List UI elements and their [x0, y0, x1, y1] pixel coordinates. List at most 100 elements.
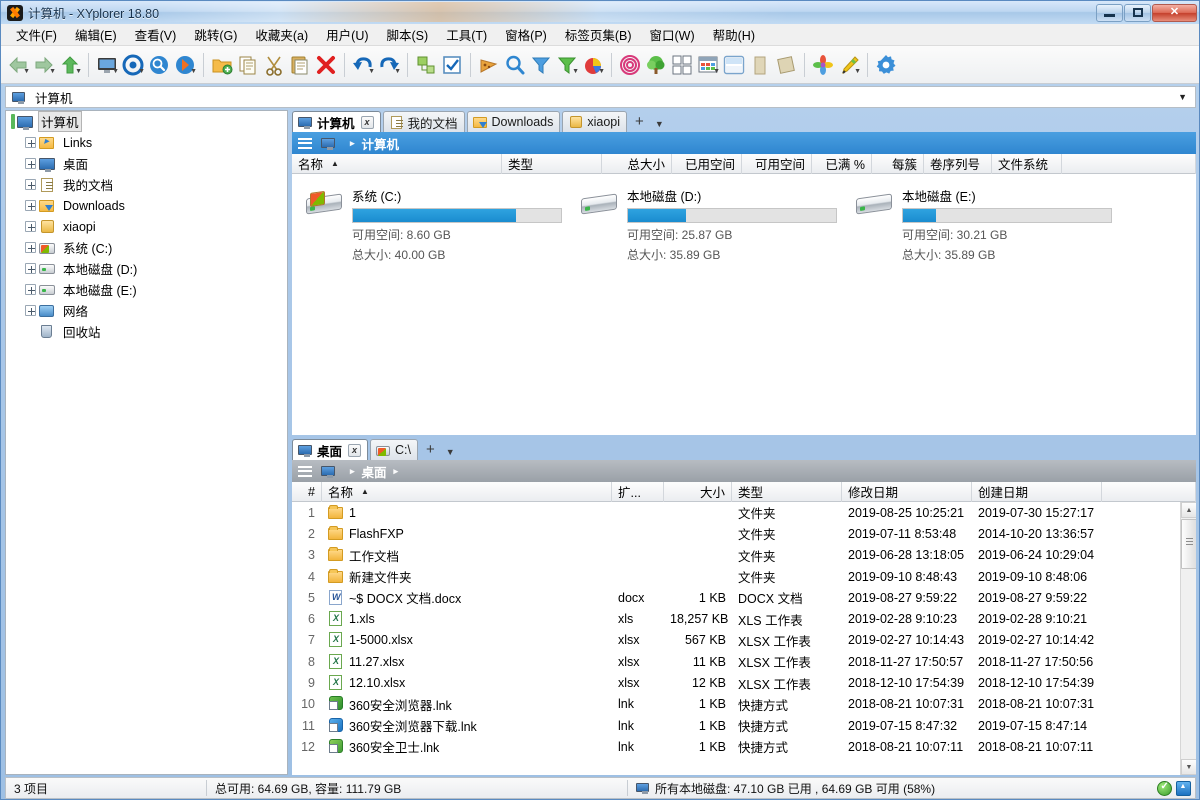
breadcrumb-arrow2-icon[interactable]: ▸ — [394, 466, 399, 477]
column-header-created[interactable]: 创建日期 — [972, 481, 1102, 502]
column-header-free-space[interactable]: 可用空间 — [742, 153, 812, 174]
column-header-index[interactable]: # — [292, 481, 322, 502]
tree-item-drive-d[interactable]: 本地磁盘 (D:) — [6, 258, 287, 279]
green-check-icon[interactable] — [1157, 780, 1172, 796]
row-name-cell[interactable]: FlashFXP — [322, 525, 612, 542]
drive-entry-d[interactable]: 本地磁盘 (D:) 可用空间: 25.87 GB 总大小: 35.89 GB — [577, 186, 847, 263]
dual-pane-icon[interactable] — [721, 50, 747, 80]
visual-filter-dropdown-caret[interactable]: ▼ — [572, 68, 579, 75]
table-row[interactable]: 4 新建文件夹 文件夹 2019-09-10 8:48:43 2019-09-10 8:… — [292, 566, 1180, 587]
row-name-cell[interactable]: 11.27.xlsx — [322, 653, 612, 670]
tree-item-drive-e[interactable]: 本地磁盘 (E:) — [6, 279, 287, 300]
forward-dropdown-caret[interactable]: ▼ — [49, 68, 56, 75]
checkbox-select-icon[interactable] — [439, 50, 465, 80]
menu-go[interactable]: 跳转(G) — [185, 22, 246, 47]
report-dropdown-caret[interactable]: ▼ — [598, 68, 605, 75]
expand-icon[interactable] — [25, 158, 36, 169]
column-header-extension[interactable]: 扩... — [612, 481, 664, 502]
blue-up-icon[interactable] — [1176, 780, 1191, 796]
tab-drive-c[interactable]: C:\ — [370, 439, 418, 460]
tree-item-downloads[interactable]: Downloads — [6, 195, 287, 216]
scrollbar-thumb[interactable] — [1181, 519, 1196, 569]
menu-help[interactable]: 帮助(H) — [704, 22, 764, 47]
column-header-type[interactable]: 类型 — [732, 481, 842, 502]
target-icon[interactable]: ▼ — [120, 50, 146, 80]
drive-entry-e[interactable]: 本地磁盘 (E:) 可用空间: 30.21 GB 总大小: 35.89 GB — [852, 186, 1122, 263]
bottom-pane-breadcrumb[interactable]: ▸ 桌面 ▸ — [292, 460, 1196, 482]
tree-item-drive-c[interactable]: 系统 (C:) — [6, 237, 287, 258]
tree-item-documents[interactable]: 我的文档 — [6, 174, 287, 195]
tab-downloads[interactable]: Downloads — [466, 111, 561, 132]
tree-item-links[interactable]: Links — [6, 132, 287, 153]
expand-icon[interactable] — [25, 242, 36, 253]
color-filters-icon[interactable] — [810, 50, 836, 80]
find-icon[interactable] — [502, 50, 528, 80]
close-button[interactable]: ✕ — [1152, 3, 1197, 22]
list-styles-icon[interactable]: ▼ — [695, 50, 721, 80]
paintbrush-dropdown-caret[interactable]: ▼ — [854, 68, 861, 75]
top-pane-breadcrumb[interactable]: ▸ 计算机 — [292, 132, 1196, 154]
tab-xiaopi[interactable]: xiaopi — [562, 111, 628, 132]
minimize-button[interactable] — [1096, 3, 1123, 22]
chevron-down-icon[interactable]: ▼ — [1178, 92, 1191, 102]
breadcrumb-path[interactable]: 计算机 — [362, 134, 400, 153]
visual-filter-icon[interactable]: ▼ — [554, 50, 580, 80]
expand-icon[interactable] — [25, 137, 36, 148]
table-row[interactable]: 2 FlashFXP 文件夹 2019-07-11 8:53:48 2014-10-20… — [292, 523, 1180, 544]
file-list[interactable]: 1 1 文件夹 2019-08-25 10:25:21 2019-07-30 15:27… — [292, 502, 1196, 775]
filter-icon[interactable] — [528, 50, 554, 80]
tab-close-button[interactable]: x — [348, 443, 362, 457]
menu-view[interactable]: 查看(V) — [126, 22, 186, 47]
up-icon[interactable]: ▼ — [57, 50, 83, 80]
row-name-cell[interactable]: 360安全浏览器.lnk — [322, 695, 612, 714]
menu-edit[interactable]: 编辑(E) — [66, 22, 126, 47]
tab-close-button[interactable]: x — [360, 115, 374, 129]
menu-window[interactable]: 窗口(W) — [641, 22, 704, 47]
forward-icon[interactable]: ▼ — [31, 50, 57, 80]
tab-desktop[interactable]: 桌面 x — [292, 439, 369, 460]
column-header-filesystem[interactable]: 文件系统 — [992, 153, 1062, 174]
file-list-scrollbar[interactable]: ▲ ▼ — [1180, 502, 1196, 775]
delete-icon[interactable] — [313, 50, 339, 80]
row-name-cell[interactable]: 1.xls — [322, 611, 612, 627]
tab-list-dropdown-icon[interactable]: ▼ — [650, 119, 669, 132]
column-header-modified[interactable]: 修改日期 — [842, 481, 972, 502]
row-name-cell[interactable]: 新建文件夹 — [322, 567, 612, 586]
menu-file[interactable]: 文件(F) — [7, 22, 66, 47]
back-dropdown-caret[interactable]: ▼ — [23, 68, 30, 75]
table-row[interactable]: 3 工作文档 文件夹 2019-06-28 13:18:05 2019-06-24 10… — [292, 545, 1180, 566]
spiral-icon[interactable] — [617, 50, 643, 80]
row-name-cell[interactable]: 工作文档 — [322, 546, 612, 565]
column-header-name[interactable]: 名称 ▲ — [322, 481, 612, 502]
menu-user[interactable]: 用户(U) — [317, 22, 377, 47]
branch-view-icon[interactable] — [643, 50, 669, 80]
table-row[interactable]: 12 360安全卫士.lnk lnk 1 KB 快捷方式 2018-08-21 10:07… — [292, 736, 1180, 757]
address-bar[interactable]: 计算机 ▼ — [5, 86, 1196, 108]
row-name-cell[interactable]: 360安全卫士.lnk — [322, 737, 612, 756]
column-header-total-size[interactable]: 总大小 — [602, 153, 672, 174]
row-name-cell[interactable]: ~$ DOCX 文档.docx — [322, 588, 612, 607]
expand-icon[interactable] — [25, 284, 36, 295]
scroll-down-button[interactable]: ▼ — [1181, 759, 1196, 775]
new-tab-button[interactable]: + — [629, 113, 650, 132]
paste-icon[interactable] — [287, 50, 313, 80]
go-to-icon[interactable]: ▼ — [172, 50, 198, 80]
desktop-icon[interactable]: ▼ — [94, 50, 120, 80]
column-header-used-space[interactable]: 已用空间 — [672, 153, 742, 174]
expand-icon[interactable] — [25, 305, 36, 316]
table-row[interactable]: 9 12.10.xlsx xlsx 12 KB XLSX 工作表 2018-12-10 1… — [292, 672, 1180, 693]
column-header-cluster[interactable]: 每簇 — [872, 153, 924, 174]
folder-tree-pane[interactable]: 计算机 Links 桌面 我的文档 Downloads — [5, 110, 288, 775]
column-header-size[interactable]: 大小 — [664, 481, 732, 502]
column-header-volume-serial[interactable]: 卷序列号 — [924, 153, 992, 174]
tab-list-dropdown-icon[interactable]: ▼ — [441, 447, 460, 460]
expand-icon[interactable] — [25, 200, 36, 211]
table-row[interactable]: 5 ~$ DOCX 文档.docx docx 1 KB DOCX 文档 2019-08-2… — [292, 587, 1180, 608]
target-dropdown-caret[interactable]: ▼ — [138, 68, 145, 75]
column-header-type[interactable]: 类型 — [502, 153, 602, 174]
find-files-icon[interactable] — [146, 50, 172, 80]
menu-script[interactable]: 脚本(S) — [378, 22, 438, 47]
expand-icon[interactable] — [25, 179, 36, 190]
up-dropdown-caret[interactable]: ▼ — [75, 68, 82, 75]
drive-list[interactable]: 系统 (C:) 可用空间: 8.60 GB 总大小: 40.00 GB 本地磁盘… — [292, 174, 1196, 435]
